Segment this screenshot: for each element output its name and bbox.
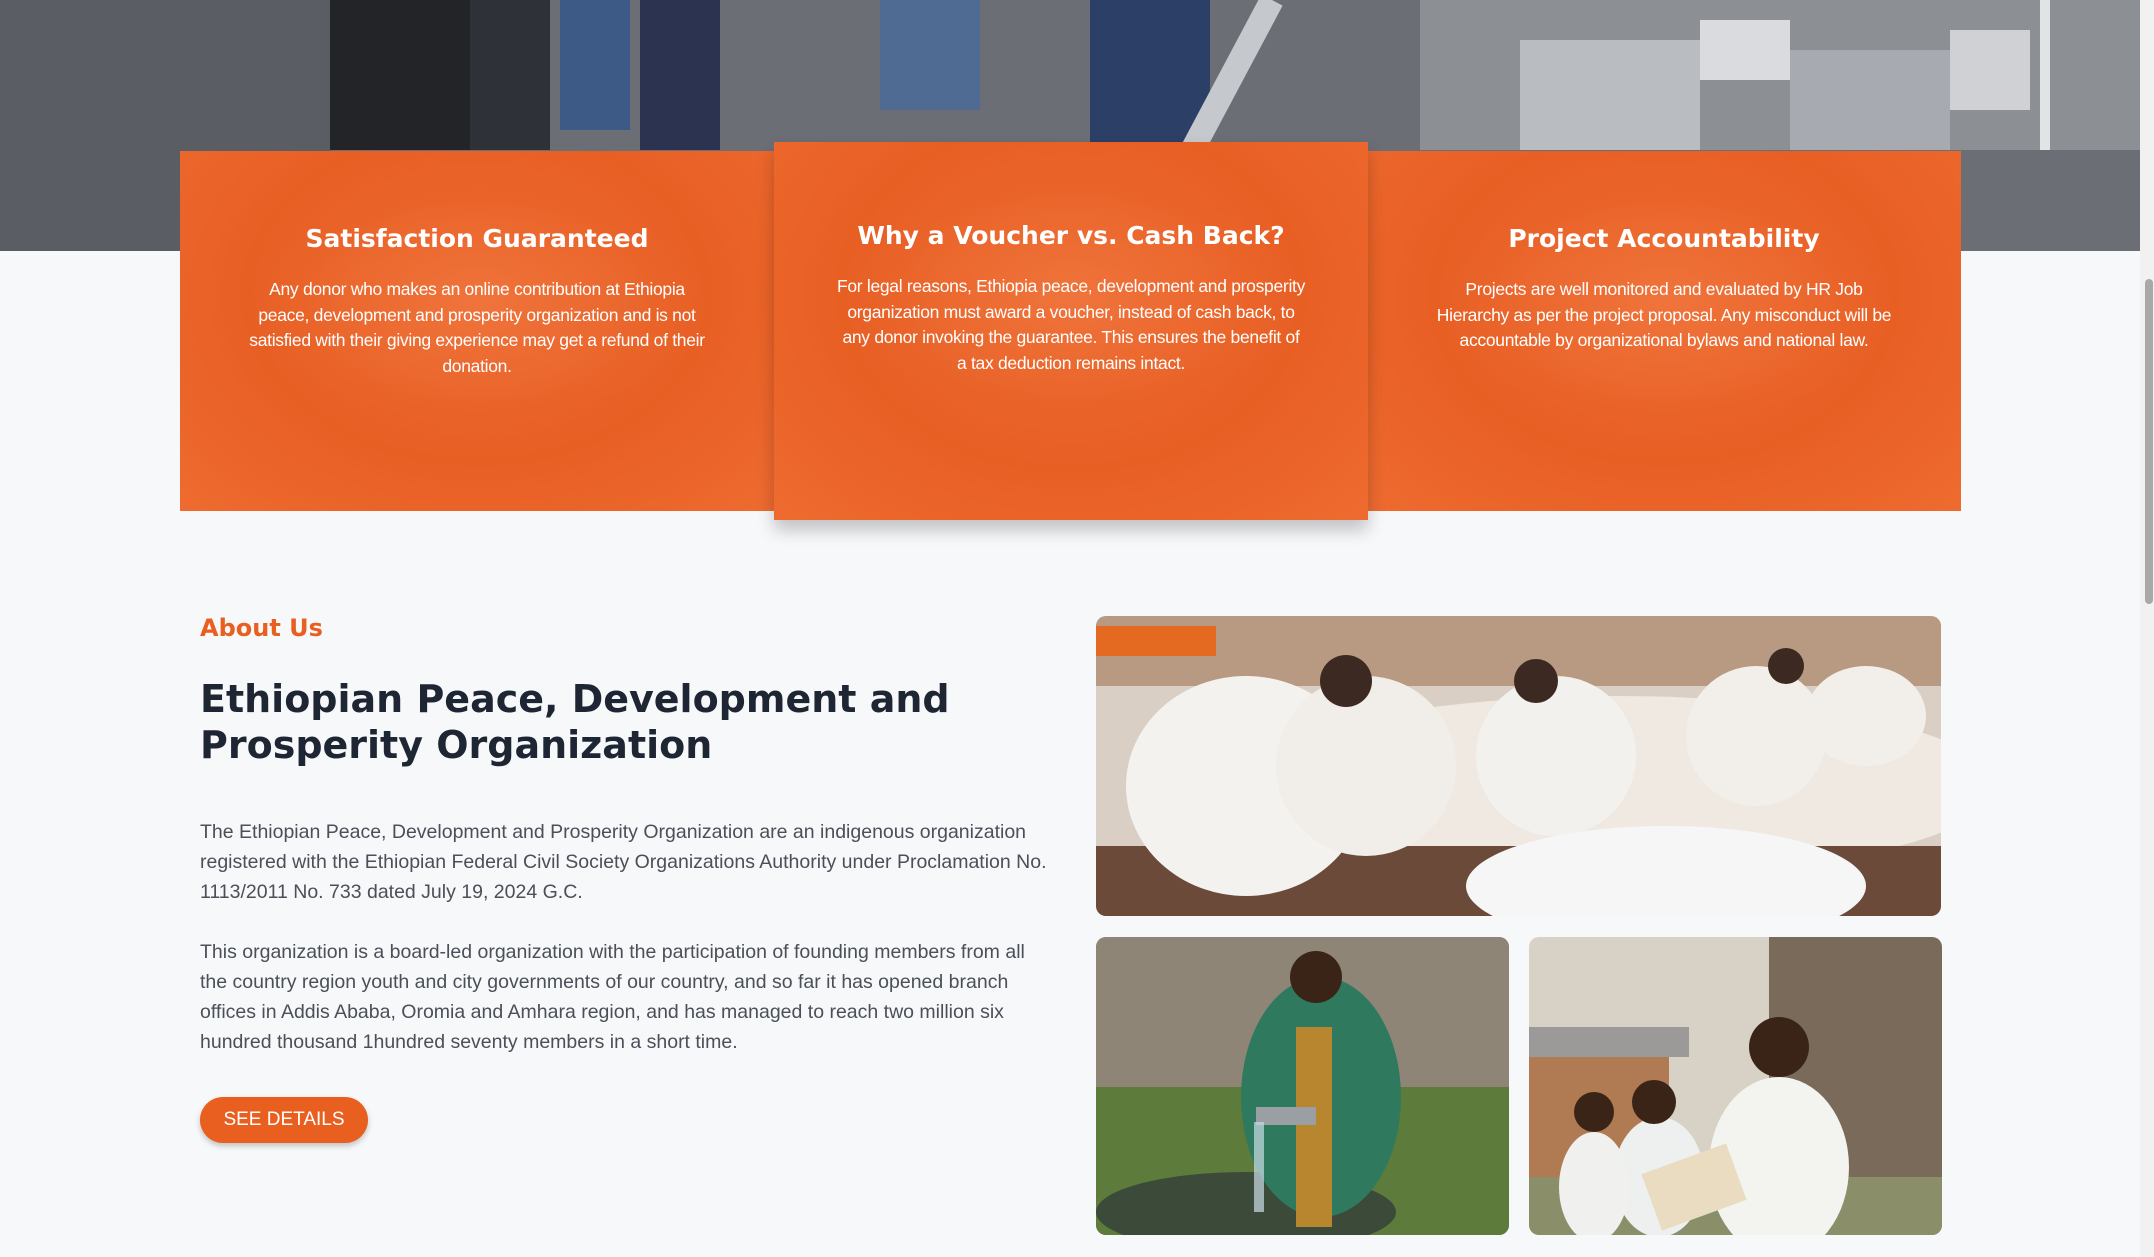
feature-card-text: Projects are well monitored and evaluate… bbox=[1436, 279, 1892, 350]
meeting-photo bbox=[1096, 616, 1941, 916]
section-label: About Us bbox=[200, 614, 323, 642]
woman-at-water-pump-photo bbox=[1096, 937, 1509, 1235]
feature-card-text: Any donor who makes an online contributi… bbox=[249, 279, 705, 376]
section-title: Ethiopian Peace, Development and Prosper… bbox=[200, 677, 950, 767]
feature-card-voucher: Why a Voucher vs. Cash Back? For legal r… bbox=[774, 142, 1368, 520]
feature-card-satisfaction: Satisfaction Guaranteed Any donor who ma… bbox=[180, 151, 774, 511]
page-scrollbar-thumb[interactable] bbox=[2145, 279, 2153, 604]
children-reading-photo bbox=[1529, 937, 1942, 1235]
feature-cards: Satisfaction Guaranteed Any donor who ma… bbox=[180, 142, 1961, 520]
page-scrollbar-track[interactable] bbox=[2140, 0, 2154, 1257]
feature-card-title: Satisfaction Guaranteed bbox=[305, 224, 649, 253]
feature-card-title: Why a Voucher vs. Cash Back? bbox=[857, 221, 1285, 250]
about-paragraph: The Ethiopian Peace, Development and Pro… bbox=[200, 821, 1047, 903]
feature-card-accountability: Project Accountability Projects are well… bbox=[1367, 151, 1961, 511]
feature-card-text: For legal reasons, Ethiopia peace, devel… bbox=[836, 276, 1306, 373]
see-details-button[interactable]: SEE DETAILS bbox=[200, 1097, 368, 1143]
feature-card-title: Project Accountability bbox=[1508, 224, 1820, 253]
about-paragraph: This organization is a board-led organiz… bbox=[200, 941, 1025, 1053]
